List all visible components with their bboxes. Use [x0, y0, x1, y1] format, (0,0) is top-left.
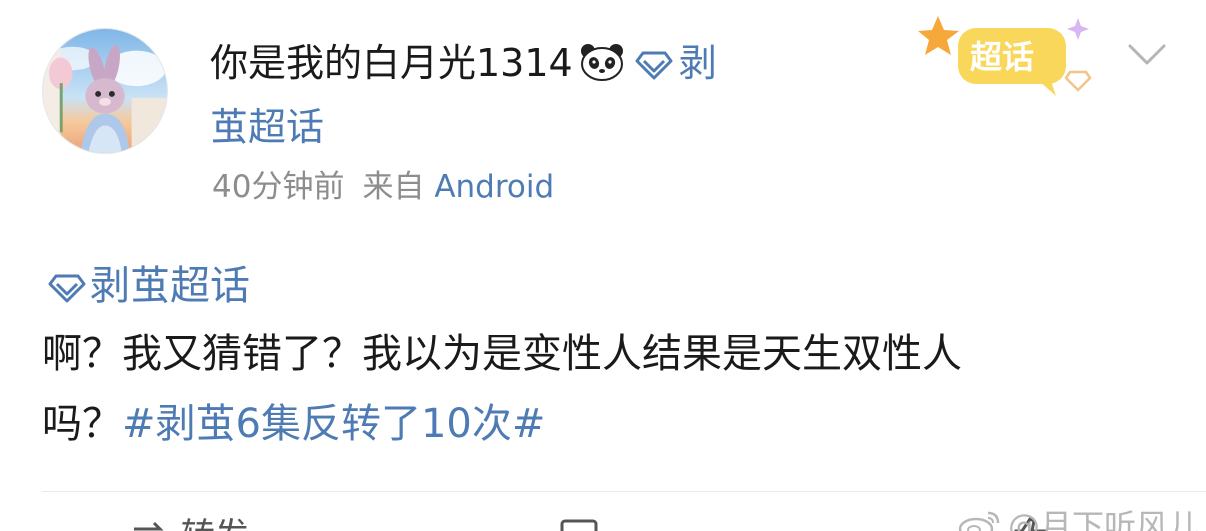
source-link[interactable]: Android — [434, 169, 554, 205]
topic-link-label: 剥茧超话 — [90, 263, 250, 309]
supertopic-tag-part1[interactable]: 剥 — [679, 41, 717, 85]
body-text-segment: 吗？ — [42, 401, 122, 447]
topic-link[interactable]: 剥茧超话 — [44, 258, 250, 314]
chevron-down-icon — [1128, 44, 1166, 65]
comment-icon — [560, 519, 598, 531]
repost-icon — [134, 521, 164, 531]
avatar[interactable] — [42, 28, 168, 154]
supertopic-tag-part2[interactable]: 茧超话 — [210, 105, 324, 149]
author-header: 你是我的白月光1314 剥 — [210, 38, 717, 88]
repost-label: 转发 — [181, 516, 249, 531]
badge-label: 超话 — [970, 38, 1034, 76]
repost-button[interactable]: 转发 — [130, 516, 249, 531]
panda-emoji-icon — [579, 42, 625, 82]
diamond-icon — [48, 262, 86, 303]
watermark-text: @月下听风儿 — [1008, 507, 1201, 531]
supertopic-badge-icon: 超话 — [918, 16, 1092, 96]
diamond-icon — [635, 42, 673, 80]
source-prefix: 来自 — [362, 169, 425, 205]
timestamp: 40分钟前 — [212, 169, 345, 205]
post-meta: 40分钟前 来自 Android — [212, 166, 554, 208]
avatar-image — [43, 29, 167, 153]
author-header-wrap: 茧超话 — [210, 102, 324, 152]
username[interactable]: 你是我的白月光1314 — [210, 41, 573, 85]
post-body-line: 吗？#剥茧6集反转了10次# — [42, 396, 545, 452]
divider — [42, 491, 1206, 492]
watermark: @月下听风儿 — [958, 506, 1200, 531]
supertopic-badge[interactable]: 超话 — [918, 12, 1108, 104]
more-options-button[interactable] — [1124, 38, 1170, 72]
comment-button[interactable] — [560, 516, 600, 531]
post-body-line: 啊？我又猜错了？我以为是变性人结果是天生双性人 — [42, 331, 962, 377]
hashtag-link[interactable]: #剥茧6集反转了10次# — [122, 401, 545, 447]
weibo-logo-icon — [958, 509, 1002, 531]
